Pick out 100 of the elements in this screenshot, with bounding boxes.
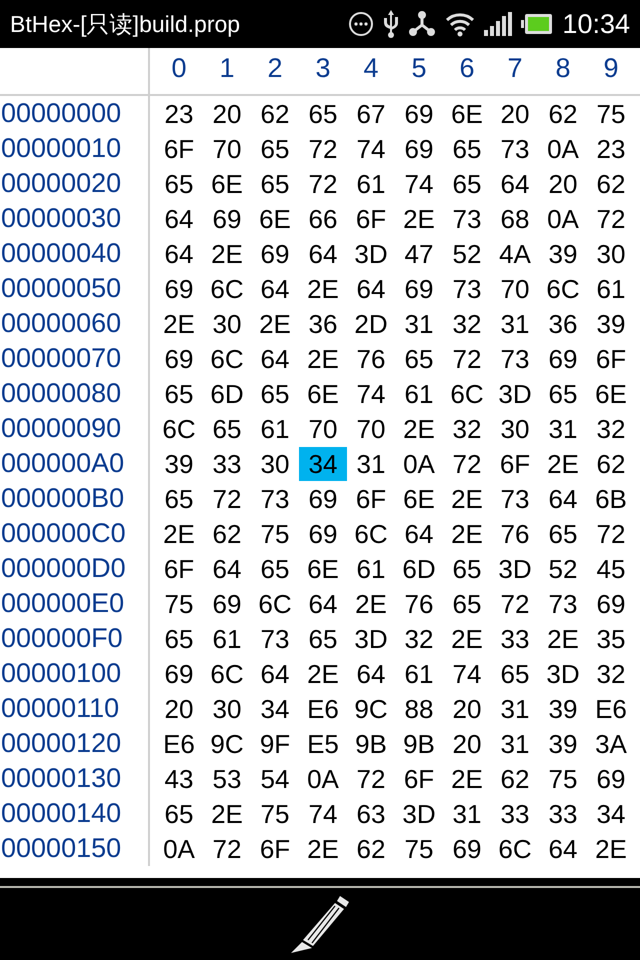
hex-cell[interactable]: 75 bbox=[587, 96, 635, 130]
hex-cell[interactable]: 63 bbox=[347, 796, 395, 830]
hex-cell[interactable]: 72 bbox=[587, 202, 635, 236]
hex-cell[interactable]: 0A bbox=[299, 762, 347, 796]
hex-cell[interactable]: 6F bbox=[347, 482, 395, 516]
hex-cell[interactable]: 2E bbox=[203, 236, 251, 270]
hex-cell[interactable]: 65 bbox=[251, 552, 299, 586]
hex-cell[interactable]: 69 bbox=[395, 132, 443, 166]
hex-cell[interactable]: 69 bbox=[155, 656, 203, 690]
hex-cell[interactable]: 34 bbox=[587, 796, 635, 830]
hex-cell[interactable]: 33 bbox=[491, 622, 539, 656]
hex-cell[interactable]: 2E bbox=[251, 306, 299, 340]
hex-cell[interactable]: 32 bbox=[587, 412, 635, 446]
hex-cell[interactable]: 61 bbox=[203, 622, 251, 656]
hex-cell[interactable]: 64 bbox=[155, 236, 203, 270]
hex-cell[interactable]: 2E bbox=[443, 762, 491, 796]
hex-cell[interactable]: 43 bbox=[155, 762, 203, 796]
hex-cell[interactable]: 20 bbox=[539, 166, 587, 200]
hex-cell[interactable]: 31 bbox=[347, 446, 395, 480]
hex-cell[interactable]: 0A bbox=[395, 446, 443, 480]
hex-cell[interactable]: 6C bbox=[203, 272, 251, 306]
hex-cell[interactable]: 72 bbox=[347, 762, 395, 796]
hex-cell[interactable]: 31 bbox=[491, 692, 539, 726]
hex-cell[interactable]: 69 bbox=[155, 342, 203, 376]
hex-cell[interactable]: 69 bbox=[299, 482, 347, 516]
hex-cell[interactable]: 39 bbox=[539, 726, 587, 760]
hex-cell[interactable]: 31 bbox=[395, 306, 443, 340]
hex-cell[interactable]: 74 bbox=[395, 166, 443, 200]
hex-cell[interactable]: 61 bbox=[395, 656, 443, 690]
hex-cell[interactable]: 30 bbox=[587, 236, 635, 270]
hex-cell[interactable]: 2E bbox=[155, 306, 203, 340]
hex-cell[interactable]: 54 bbox=[251, 762, 299, 796]
hex-cell[interactable]: 72 bbox=[299, 166, 347, 200]
hex-cell[interactable]: 70 bbox=[491, 272, 539, 306]
hex-cell[interactable]: 6E bbox=[299, 376, 347, 410]
hex-cell[interactable]: 64 bbox=[203, 552, 251, 586]
hex-cell[interactable]: 33 bbox=[203, 446, 251, 480]
hex-cell[interactable]: 45 bbox=[587, 552, 635, 586]
hex-cell[interactable]: 61 bbox=[347, 552, 395, 586]
hex-cell[interactable]: 62 bbox=[587, 446, 635, 480]
hex-cell[interactable]: 69 bbox=[155, 272, 203, 306]
hex-cell[interactable]: 3D bbox=[395, 796, 443, 830]
hex-cell[interactable]: 65 bbox=[155, 796, 203, 830]
hex-cell[interactable]: 6F bbox=[155, 132, 203, 166]
hex-cell[interactable]: 74 bbox=[443, 656, 491, 690]
hex-cell[interactable]: 62 bbox=[491, 762, 539, 796]
hex-cell[interactable]: 30 bbox=[203, 306, 251, 340]
hex-cell[interactable]: 65 bbox=[155, 166, 203, 200]
hex-cell[interactable]: 64 bbox=[395, 516, 443, 550]
hex-cell[interactable]: 39 bbox=[155, 446, 203, 480]
hex-cell[interactable]: 69 bbox=[539, 342, 587, 376]
hex-cell[interactable]: 73 bbox=[491, 132, 539, 166]
hex-cell[interactable]: 20 bbox=[443, 692, 491, 726]
hex-cell[interactable]: 2E bbox=[443, 482, 491, 516]
hex-cell[interactable]: 75 bbox=[539, 762, 587, 796]
hex-cell[interactable]: 2E bbox=[155, 516, 203, 550]
hex-cell[interactable]: 9B bbox=[347, 726, 395, 760]
hex-cell[interactable]: 69 bbox=[587, 586, 635, 620]
hex-cell[interactable]: 62 bbox=[251, 96, 299, 130]
hex-cell[interactable]: 6C bbox=[251, 586, 299, 620]
hex-cell[interactable]: 31 bbox=[443, 796, 491, 830]
hex-cell[interactable]: 6C bbox=[203, 342, 251, 376]
hex-cell[interactable]: 62 bbox=[347, 832, 395, 866]
hex-cell[interactable]: 69 bbox=[443, 832, 491, 866]
hex-cell[interactable]: 52 bbox=[539, 552, 587, 586]
hex-cell[interactable]: 76 bbox=[347, 342, 395, 376]
hex-cell[interactable]: 67 bbox=[347, 96, 395, 130]
hex-cell[interactable]: 2E bbox=[443, 516, 491, 550]
hex-cell[interactable]: 0A bbox=[539, 202, 587, 236]
hex-cell[interactable]: 4A bbox=[491, 236, 539, 270]
hex-cell[interactable]: 64 bbox=[299, 586, 347, 620]
hex-cell[interactable]: 65 bbox=[299, 622, 347, 656]
hex-cell[interactable]: 73 bbox=[491, 342, 539, 376]
hex-cell[interactable]: 72 bbox=[443, 446, 491, 480]
hex-cell[interactable]: 6E bbox=[395, 482, 443, 516]
hex-cell[interactable]: 3D bbox=[491, 552, 539, 586]
hex-cell[interactable]: 39 bbox=[539, 236, 587, 270]
hex-cell[interactable]: E6 bbox=[155, 726, 203, 760]
hex-cell[interactable]: 6C bbox=[539, 272, 587, 306]
hex-cell[interactable]: 6E bbox=[587, 376, 635, 410]
hex-cell[interactable]: 73 bbox=[251, 622, 299, 656]
hex-cell[interactable]: 35 bbox=[587, 622, 635, 656]
hex-cell[interactable]: 2E bbox=[299, 656, 347, 690]
hex-cell[interactable]: 32 bbox=[443, 306, 491, 340]
hex-cell[interactable]: 64 bbox=[251, 272, 299, 306]
hex-cell[interactable]: 0A bbox=[155, 832, 203, 866]
hex-cell[interactable]: 65 bbox=[251, 132, 299, 166]
hex-cell[interactable]: 61 bbox=[347, 166, 395, 200]
hex-cell[interactable]: 75 bbox=[251, 796, 299, 830]
hex-cell[interactable]: 75 bbox=[251, 516, 299, 550]
hex-cell[interactable]: 62 bbox=[203, 516, 251, 550]
hex-cell[interactable]: 3D bbox=[347, 622, 395, 656]
hex-cell[interactable]: 65 bbox=[251, 376, 299, 410]
hex-cell[interactable]: 6D bbox=[395, 552, 443, 586]
hex-cell[interactable]: 23 bbox=[155, 96, 203, 130]
hex-cell[interactable]: 6D bbox=[203, 376, 251, 410]
hex-cell[interactable]: 2E bbox=[203, 796, 251, 830]
hex-cell[interactable]: 20 bbox=[203, 96, 251, 130]
hex-cell[interactable]: 2E bbox=[443, 622, 491, 656]
hex-cell[interactable]: 6C bbox=[491, 832, 539, 866]
